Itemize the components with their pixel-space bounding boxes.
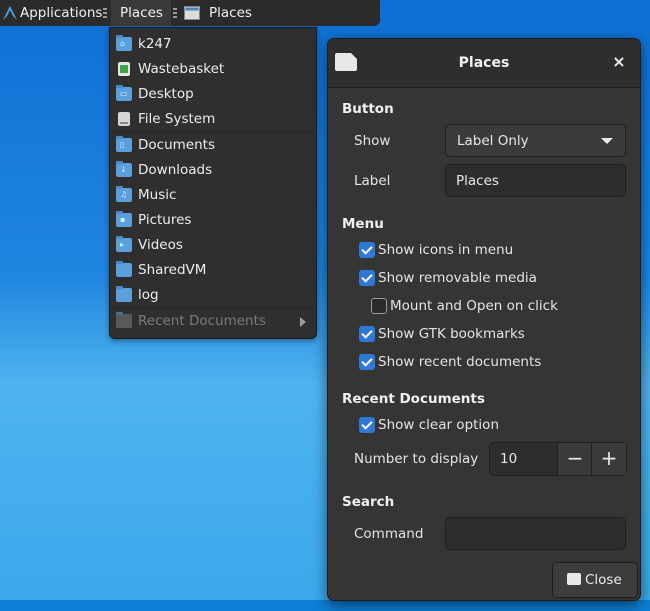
number-to-display-label: Number to display [354, 451, 479, 467]
pictures-folder-icon: ▪ [116, 211, 132, 228]
trash-icon [116, 61, 132, 77]
show-icons-label: Show icons in menu [378, 242, 514, 258]
menu-item-label: Documents [138, 137, 215, 153]
menu-item-desktop[interactable]: ▭ Desktop [110, 82, 316, 107]
show-gtk-label: Show GTK bookmarks [378, 326, 525, 342]
menu-item-recent-documents: Recent Documents [110, 309, 316, 334]
recent-documents-icon [116, 312, 132, 329]
places-menu: ⌂ k247 Wastebasket ▭ Desktop File System… [109, 27, 317, 339]
window-button-places[interactable]: Places [184, 0, 252, 26]
show-gtk-checkbox[interactable] [359, 326, 375, 342]
menu-item-label: Wastebasket [138, 61, 225, 77]
panel-separator-handle[interactable] [173, 8, 177, 19]
section-search: Search [342, 494, 395, 510]
menu-item-label: Desktop [138, 86, 194, 102]
menu-item-videos[interactable]: ▸ Videos [110, 233, 316, 258]
chevron-down-icon [601, 138, 613, 144]
menu-item-label: Recent Documents [138, 313, 266, 329]
show-recent-label: Show recent documents [378, 354, 542, 370]
menu-item-pictures[interactable]: ▪ Pictures [110, 208, 316, 233]
section-recent-documents: Recent Documents [342, 391, 485, 407]
menu-item-label: Downloads [138, 162, 213, 178]
mount-open-label: Mount and Open on click [390, 298, 558, 314]
menu-item-file-system[interactable]: File System [110, 107, 316, 132]
close-button-label: Close [585, 572, 622, 588]
show-clear-label: Show clear option [378, 417, 499, 433]
menu-item-music[interactable]: ♫ Music [110, 183, 316, 208]
menu-item-label: Pictures [138, 212, 192, 228]
increment-button[interactable]: + [591, 443, 626, 475]
command-input[interactable] [445, 517, 626, 550]
menu-item-label: log [138, 287, 159, 303]
desktop-folder-icon: ▭ [116, 85, 132, 102]
places-panel-button[interactable]: Places [120, 0, 163, 26]
folder-icon [116, 261, 132, 278]
section-button: Button [342, 101, 394, 117]
menu-item-label: Music [138, 187, 177, 203]
panel-separator-handle[interactable] [103, 8, 107, 19]
label-input[interactable]: Places [445, 164, 626, 197]
applications-menu-button[interactable]: Applications [3, 0, 102, 26]
menu-item-log[interactable]: log [110, 283, 316, 308]
menu-item-home[interactable]: ⌂ k247 [110, 32, 316, 57]
menu-item-sharedvm[interactable]: SharedVM [110, 258, 316, 283]
close-icon[interactable]: × [608, 51, 630, 73]
label-label: Label [354, 173, 391, 189]
window-close-icon [567, 573, 581, 585]
drive-icon [116, 111, 132, 127]
menu-item-downloads[interactable]: ↓ Downloads [110, 158, 316, 183]
folder-icon [116, 286, 132, 303]
places-properties-dialog: Places × Button Show Label Only Label Pl… [327, 38, 641, 601]
menu-item-label: SharedVM [138, 262, 207, 278]
places-panel-label: Places [120, 5, 163, 21]
menu-item-label: File System [138, 111, 216, 127]
menu-item-label: k247 [138, 36, 172, 52]
decrement-button[interactable]: − [557, 443, 592, 475]
menu-item-label: Videos [138, 237, 183, 253]
dialog-titlebar[interactable]: Places × [328, 39, 640, 88]
home-folder-icon: ⌂ [116, 35, 132, 52]
spinner-value: 10 [500, 451, 518, 467]
dialog-title: Places [458, 55, 510, 71]
close-button[interactable]: Close [552, 562, 638, 598]
window-icon [184, 6, 200, 20]
window-button-label: Places [209, 5, 252, 21]
show-combobox-value: Label Only [457, 133, 529, 149]
arch-logo-icon [3, 6, 17, 20]
desktop-bottom-strip [0, 600, 650, 611]
show-recent-checkbox[interactable] [359, 354, 375, 370]
command-label: Command [354, 526, 424, 542]
show-removable-label: Show removable media [378, 270, 537, 286]
show-label: Show [354, 133, 391, 149]
top-panel: Applications Places Places [0, 0, 380, 26]
show-combobox[interactable]: Label Only [445, 124, 626, 157]
show-removable-checkbox[interactable] [359, 270, 375, 286]
applications-label: Applications [20, 5, 103, 21]
section-menu: Menu [342, 216, 384, 232]
downloads-folder-icon: ↓ [116, 161, 132, 178]
submenu-arrow-icon [300, 317, 306, 327]
documents-folder-icon: ▯ [116, 136, 132, 153]
show-icons-checkbox[interactable] [359, 242, 375, 258]
show-clear-checkbox[interactable] [359, 417, 375, 433]
number-to-display-spinner[interactable]: 10 − + [489, 442, 627, 476]
menu-item-documents[interactable]: ▯ Documents [110, 133, 316, 158]
mount-open-checkbox[interactable] [371, 298, 387, 314]
menu-item-wastebasket[interactable]: Wastebasket [110, 57, 316, 82]
videos-folder-icon: ▸ [116, 236, 132, 253]
label-input-value: Places [456, 173, 499, 189]
music-folder-icon: ♫ [116, 186, 132, 203]
